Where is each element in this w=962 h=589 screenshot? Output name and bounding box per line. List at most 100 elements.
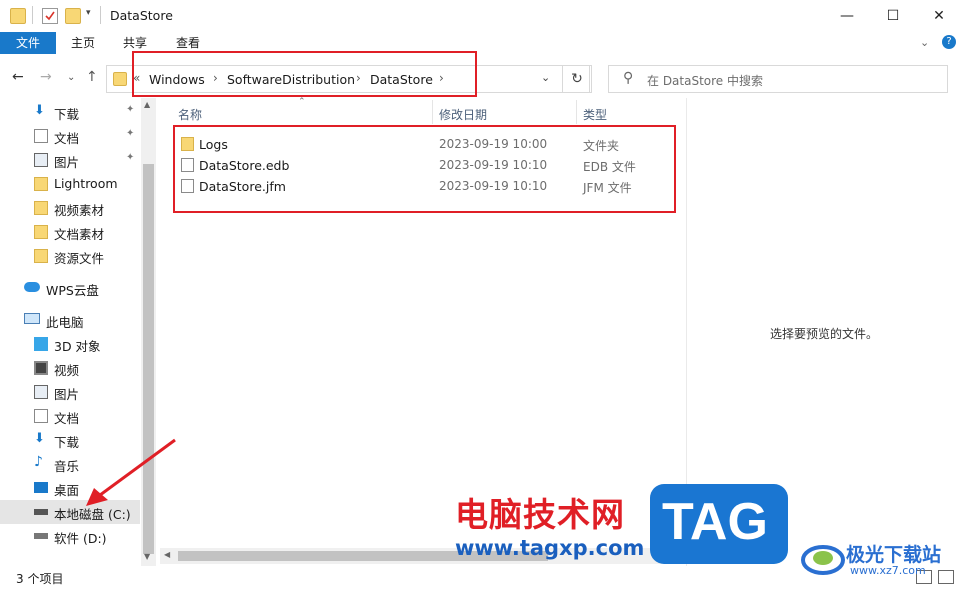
sidebar-item-this-pc[interactable]: 此电脑 (0, 308, 140, 332)
large-icons-view-icon[interactable] (938, 570, 954, 584)
sidebar-item-pictures[interactable]: 图片 ✦ (0, 148, 140, 172)
item-count: 3 个项目 (16, 572, 64, 586)
customize-toolbar-icon[interactable]: ▾ (86, 8, 100, 22)
sidebar-item-label: 文档 (54, 131, 80, 146)
window-title: DataStore (110, 8, 173, 23)
sidebar-item-label: 下载 (54, 107, 80, 122)
sidebar-item-label: 视频素材 (54, 203, 105, 218)
sidebar-item-label: 文档素材 (54, 227, 105, 242)
folder-icon (10, 8, 26, 24)
sidebar-item-pc-pictures[interactable]: 图片 (0, 380, 140, 404)
expand-ribbon-icon[interactable]: ⌄ (920, 36, 929, 49)
sidebar-item-label: 下载 (54, 435, 80, 450)
watermark-brand: 极光下载站 (846, 544, 942, 566)
sidebar-item-label: 资源文件 (54, 251, 105, 266)
document-icon (34, 409, 48, 423)
scroll-down-icon[interactable]: ▼ (144, 552, 150, 561)
picture-icon (34, 385, 48, 399)
folder-icon (34, 249, 48, 263)
folder-icon (34, 201, 48, 215)
sidebar-item-drive-d[interactable]: 软件 (D:) (0, 524, 140, 548)
sidebar-item-label: 图片 (54, 387, 80, 402)
watermark-cn: 电脑技术网 (455, 495, 625, 534)
refresh-icon: ↻ (571, 71, 583, 87)
preview-placeholder: 选择要预览的文件。 (770, 327, 879, 341)
folder-icon (34, 225, 48, 239)
folder-icon (34, 177, 48, 191)
drive-c-icon (34, 509, 48, 515)
computer-icon (24, 313, 40, 324)
back-arrow-icon[interactable]: ← (12, 69, 24, 85)
document-icon (34, 129, 48, 143)
sidebar-item-wps-cloud[interactable]: WPS云盘 (0, 276, 140, 300)
sidebar-item-resources[interactable]: 资源文件 (0, 244, 140, 268)
tab-file[interactable]: 文件 (0, 32, 56, 54)
3d-objects-icon (34, 337, 48, 351)
sidebar-item-doc-assets[interactable]: 文档素材 (0, 220, 140, 244)
column-date[interactable]: 修改日期 (439, 106, 487, 123)
sidebar-item-downloads[interactable]: ⬇ 下载 ✦ (0, 100, 140, 124)
sidebar-item-label: Lightroom (54, 176, 118, 191)
close-button[interactable]: ✕ (916, 0, 962, 32)
column-divider[interactable] (576, 100, 577, 124)
search-icon: ⚲ (623, 70, 634, 86)
watermark-tag-text: TAG (662, 493, 768, 551)
watermark-tag-badge: TAG (650, 484, 788, 564)
minimize-button[interactable]: — (824, 0, 870, 32)
sidebar-item-label: 图片 (54, 155, 80, 170)
cloud-icon (24, 282, 40, 292)
sidebar-item-label: 3D 对象 (54, 339, 101, 354)
properties-icon[interactable] (42, 8, 58, 24)
pin-icon: ✦ (126, 152, 135, 163)
scroll-up-icon[interactable]: ▲ (144, 100, 150, 109)
picture-icon (34, 153, 48, 167)
pin-icon: ✦ (126, 104, 135, 115)
brand-logo-icon (801, 545, 845, 575)
sidebar-item-label: 视频 (54, 363, 80, 378)
sidebar-item-documents[interactable]: 文档 ✦ (0, 124, 140, 148)
music-icon: ♪ (34, 454, 43, 470)
sidebar-item-lightroom[interactable]: Lightroom (0, 172, 140, 196)
tab-home[interactable]: 主页 (62, 32, 104, 54)
sidebar-item-label: 文档 (54, 411, 80, 426)
title-divider (100, 6, 101, 24)
sidebar-item-label: WPS云盘 (46, 283, 99, 298)
column-divider[interactable] (432, 100, 433, 124)
download-icon: ⬇ (34, 103, 45, 118)
sidebar-item-video-assets[interactable]: 视频素材 (0, 196, 140, 220)
scroll-left-icon[interactable]: ◀ (164, 550, 170, 559)
up-arrow-icon[interactable]: ↑ (86, 69, 98, 85)
download-icon: ⬇ (34, 431, 45, 446)
pin-icon: ✦ (126, 128, 135, 139)
highlight-box-address (132, 51, 477, 97)
refresh-button[interactable]: ↻ (562, 65, 592, 93)
watermark-url: www.tagxp.com (455, 536, 645, 560)
new-folder-icon[interactable] (65, 8, 81, 24)
column-name[interactable]: 名称 (178, 106, 202, 123)
search-box[interactable]: ⚲ 在 DataStore 中搜索 (608, 65, 948, 93)
column-type[interactable]: 类型 (583, 106, 607, 123)
address-dropdown-icon[interactable]: ⌄ (541, 71, 550, 84)
highlight-box-files (173, 125, 676, 213)
drive-d-icon (34, 533, 48, 539)
sidebar-item-label: 音乐 (54, 459, 80, 474)
help-icon[interactable]: ? (942, 35, 956, 49)
sidebar-item-videos[interactable]: 视频 (0, 356, 140, 380)
maximize-button[interactable]: ☐ (870, 0, 916, 32)
sidebar-item-label: 此电脑 (46, 315, 84, 330)
sidebar-item-pc-documents[interactable]: 文档 (0, 404, 140, 428)
title-bar: ▾ DataStore — ☐ ✕ (0, 0, 962, 32)
sort-ascending-icon: ⌃ (298, 97, 306, 107)
search-input[interactable]: 在 DataStore 中搜索 (647, 72, 763, 89)
column-header: ⌃ 名称 修改日期 类型 (164, 97, 686, 124)
recent-locations-icon[interactable]: ⌄ (67, 72, 75, 83)
sidebar-item-3d-objects[interactable]: 3D 对象 (0, 332, 140, 356)
desktop-icon (34, 482, 48, 493)
video-icon (34, 361, 48, 375)
sidebar-item-label: 软件 (D:) (54, 531, 107, 546)
forward-arrow-icon[interactable]: → (40, 69, 52, 85)
watermark-brand-url: www.xz7.com (850, 564, 926, 577)
annotation-arrow (86, 438, 176, 506)
folder-icon (113, 72, 127, 86)
sidebar-item-label: 桌面 (54, 483, 80, 498)
